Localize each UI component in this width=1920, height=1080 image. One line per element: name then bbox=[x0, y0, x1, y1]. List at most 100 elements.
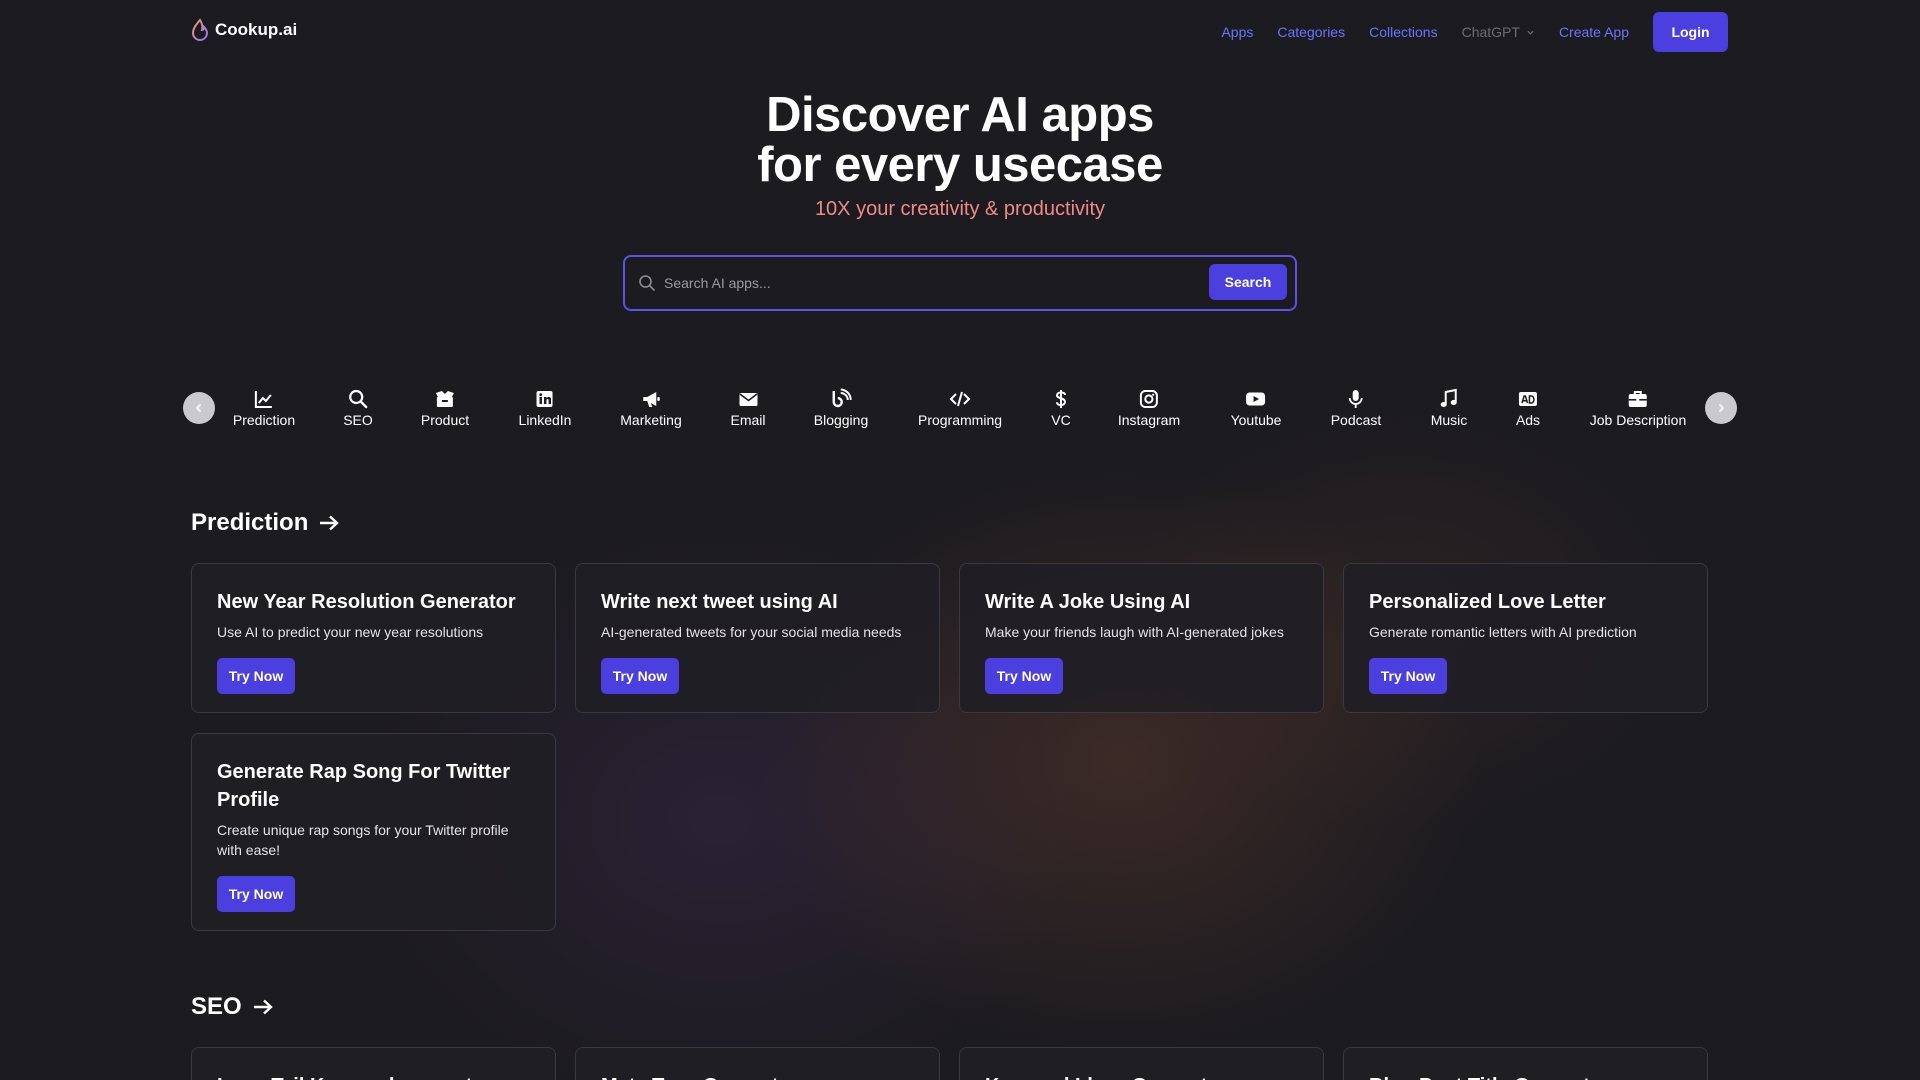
try-now-button[interactable]: Try Now bbox=[217, 658, 295, 694]
youtube-icon bbox=[1246, 392, 1266, 406]
nav-links: Apps Categories Collections ChatGPT Crea… bbox=[1221, 12, 1920, 52]
nav-link-categories[interactable]: Categories bbox=[1277, 24, 1345, 40]
logo[interactable]: Cookup.ai bbox=[191, 18, 297, 42]
carousel-next-button[interactable] bbox=[1705, 392, 1737, 424]
category-label: Product bbox=[420, 412, 470, 428]
category-marketing[interactable]: Marketing bbox=[620, 388, 682, 428]
chart-line-icon bbox=[254, 391, 272, 408]
app-card[interactable]: Blog Post Title Generator bbox=[1343, 1047, 1708, 1080]
nav-link-collections[interactable]: Collections bbox=[1369, 24, 1437, 40]
app-card[interactable]: New Year Resolution Generator Use AI to … bbox=[191, 563, 556, 713]
category-label: LinkedIn bbox=[518, 412, 572, 428]
category-product[interactable]: Product bbox=[421, 388, 469, 428]
card-title: Write next tweet using AI bbox=[601, 591, 838, 613]
search-input[interactable] bbox=[664, 269, 1184, 297]
arrow-right-icon bbox=[253, 999, 273, 1015]
blog-icon bbox=[832, 388, 852, 408]
carousel-prev-button[interactable] bbox=[183, 392, 215, 424]
top-nav: Cookup.ai Apps Categories Collections Ch… bbox=[0, 0, 1920, 64]
card-title: Meta Tags Generator bbox=[601, 1072, 914, 1080]
instagram-icon bbox=[1140, 390, 1158, 408]
nav-dropdown-chatgpt[interactable]: ChatGPT bbox=[1462, 24, 1535, 40]
app-card[interactable]: Generate Rap Song For Twitter Profile Cr… bbox=[191, 733, 556, 931]
app-card[interactable]: Long Tail Keyword generator bbox=[191, 1047, 556, 1080]
category-job-description[interactable]: Job Description bbox=[1589, 388, 1687, 428]
category-label: SEO bbox=[343, 412, 373, 428]
category-label: Music bbox=[1430, 412, 1468, 428]
category-label: Programming bbox=[917, 412, 1003, 428]
try-now-button[interactable]: Try Now bbox=[217, 876, 295, 912]
card-title: New Year Resolution Generator bbox=[217, 591, 516, 613]
nav-link-apps[interactable]: Apps bbox=[1221, 24, 1253, 40]
category-label: Job Description bbox=[1589, 412, 1687, 428]
card-description: Make your friends laugh with AI-generate… bbox=[985, 624, 1284, 640]
category-label: VC bbox=[1051, 412, 1071, 428]
app-card[interactable]: Write next tweet using AI AI-generated t… bbox=[575, 563, 940, 713]
dollar-icon bbox=[1055, 390, 1067, 408]
nav-dropdown-chatgpt-label: ChatGPT bbox=[1461, 24, 1520, 40]
arrow-right-icon bbox=[320, 515, 340, 531]
ad-icon bbox=[1519, 392, 1537, 406]
try-now-button[interactable]: Try Now bbox=[1369, 658, 1447, 694]
card-description: Generate romantic letters with AI predic… bbox=[1369, 624, 1637, 640]
category-label: Instagram bbox=[1117, 412, 1181, 428]
category-seo[interactable]: SEO bbox=[343, 388, 373, 428]
search-icon bbox=[639, 275, 655, 291]
chevron-right-icon bbox=[1718, 403, 1725, 413]
category-instagram[interactable]: Instagram bbox=[1118, 388, 1180, 428]
page: Cookup.ai Apps Categories Collections Ch… bbox=[0, 0, 1920, 1080]
app-card[interactable]: Meta Tags Generator bbox=[575, 1047, 940, 1080]
category-label: Blogging bbox=[813, 412, 869, 428]
app-card[interactable]: Personalized Love Letter Generate romant… bbox=[1343, 563, 1708, 713]
category-vc[interactable]: VC bbox=[1050, 388, 1072, 428]
category-carousel: Prediction SEO Product LinkedIn Marketin… bbox=[0, 380, 1920, 452]
category-podcast[interactable]: Podcast bbox=[1330, 388, 1382, 428]
box-icon bbox=[436, 391, 454, 407]
hero-title-line1: Discover AI apps bbox=[766, 88, 1154, 142]
hero-title-line2: for every usecase bbox=[757, 138, 1163, 192]
nav-link-create-app[interactable]: Create App bbox=[1559, 24, 1629, 40]
card-title: Generate Rap Song For Twitter Profile bbox=[217, 761, 510, 811]
megaphone-icon bbox=[643, 392, 660, 407]
section-title-text: Prediction bbox=[191, 509, 309, 536]
card-title: Long Tail Keyword generator bbox=[217, 1072, 530, 1080]
card-description: AI-generated tweets for your social medi… bbox=[601, 624, 902, 640]
card-title: Write A Joke Using AI bbox=[985, 591, 1191, 613]
category-youtube[interactable]: Youtube bbox=[1230, 388, 1282, 428]
section-title-prediction[interactable]: Prediction bbox=[191, 509, 340, 537]
microphone-icon bbox=[1349, 390, 1363, 408]
app-card[interactable]: Write A Joke Using AI Make your friends … bbox=[959, 563, 1324, 713]
search-button[interactable]: Search bbox=[1209, 264, 1287, 300]
login-button[interactable]: Login bbox=[1653, 12, 1728, 52]
search-bar: Search bbox=[623, 255, 1297, 311]
chevron-down-icon bbox=[1527, 30, 1534, 35]
hero-subtitle: 10X your creativity & productivity bbox=[814, 198, 1106, 220]
briefcase-icon bbox=[1629, 391, 1647, 407]
envelope-icon bbox=[738, 393, 757, 406]
search-icon bbox=[348, 389, 368, 409]
category-email[interactable]: Email bbox=[730, 388, 766, 428]
try-now-button[interactable]: Try Now bbox=[601, 658, 679, 694]
category-prediction[interactable]: Prediction bbox=[233, 388, 295, 428]
card-title: Blog Post Title Generator bbox=[1369, 1072, 1682, 1080]
category-programming[interactable]: Programming bbox=[918, 388, 1002, 428]
category-label: Youtube bbox=[1230, 412, 1282, 428]
card-description: Create unique rap songs for your Twitter… bbox=[217, 822, 509, 858]
hero-title: Discover AI apps for every usecase bbox=[0, 90, 1920, 190]
category-blogging[interactable]: Blogging bbox=[813, 388, 869, 428]
try-now-button[interactable]: Try Now bbox=[985, 658, 1063, 694]
category-ads[interactable]: Ads bbox=[1516, 388, 1540, 428]
logo-text: Cookup.ai bbox=[215, 20, 298, 39]
card-title: Keyword Ideas Generator bbox=[985, 1072, 1298, 1080]
category-music[interactable]: Music bbox=[1430, 388, 1468, 428]
category-label: Ads bbox=[1515, 412, 1541, 428]
section-title-seo[interactable]: SEO bbox=[191, 993, 274, 1021]
section-title-text: SEO bbox=[191, 993, 242, 1020]
category-label: Marketing bbox=[620, 412, 682, 428]
app-card[interactable]: Keyword Ideas Generator bbox=[959, 1047, 1324, 1080]
category-linkedin[interactable]: LinkedIn bbox=[518, 388, 572, 428]
music-note-icon bbox=[1441, 388, 1457, 407]
category-label: Podcast bbox=[1330, 412, 1382, 428]
card-description: Use AI to predict your new year resoluti… bbox=[217, 624, 484, 640]
card-title: Personalized Love Letter bbox=[1369, 591, 1606, 613]
